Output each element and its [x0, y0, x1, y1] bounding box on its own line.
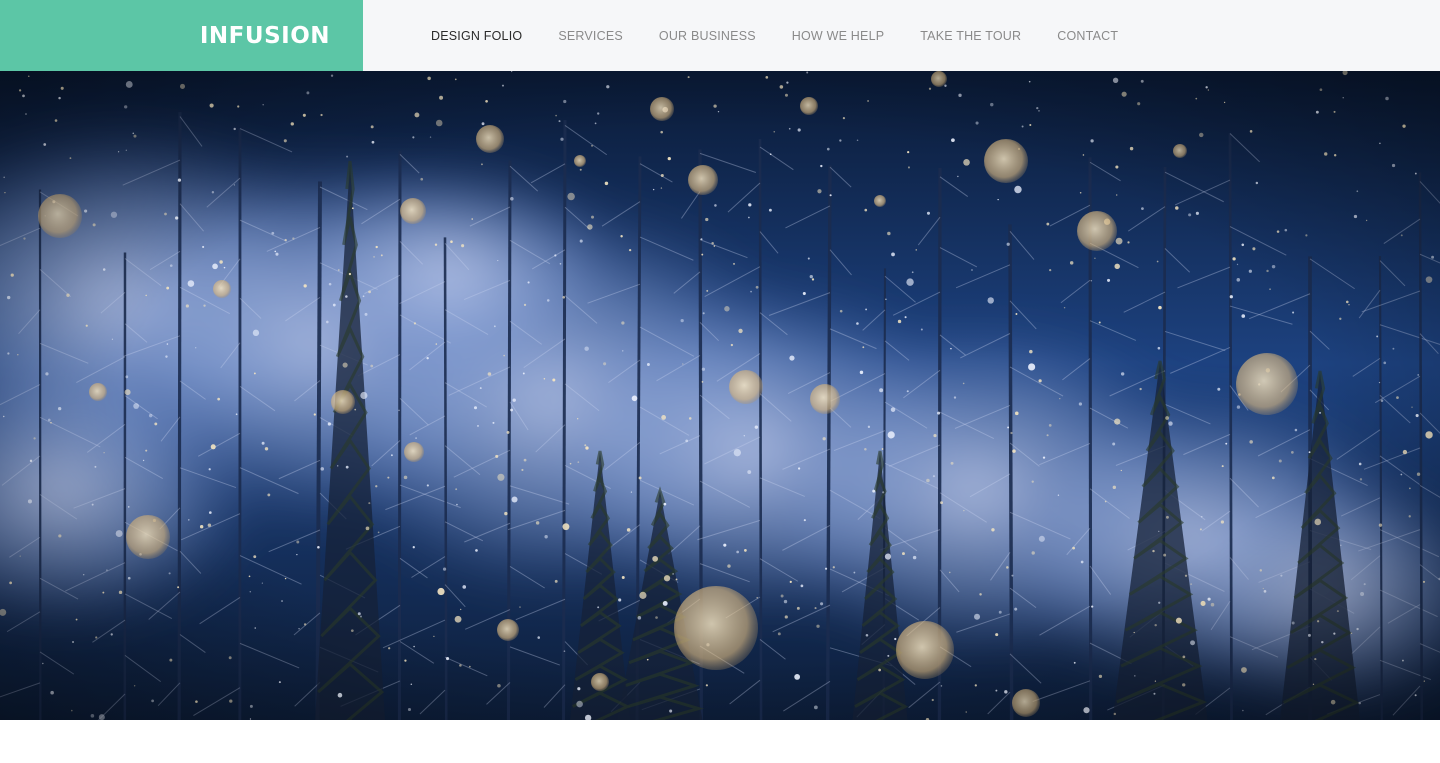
nav-item-contact[interactable]: CONTACT [1057, 25, 1118, 47]
nav-item-design-folio[interactable]: DESIGN FOLIO [431, 25, 522, 47]
site-header: INFUSION DESIGN FOLIO SERVICES OUR BUSIN… [0, 0, 1440, 71]
hero-image [0, 71, 1440, 720]
nav-item-services[interactable]: SERVICES [558, 25, 623, 47]
content-area [0, 720, 1440, 763]
nav-item-how-we-help[interactable]: HOW WE HELP [792, 25, 884, 47]
nav-item-our-business[interactable]: OUR BUSINESS [659, 25, 756, 47]
brand-logo: INFUSION [199, 22, 330, 49]
main-nav: DESIGN FOLIO SERVICES OUR BUSINESS HOW W… [431, 0, 1154, 71]
hero-banner [0, 71, 1440, 720]
nav-item-take-the-tour[interactable]: TAKE THE TOUR [920, 25, 1021, 47]
brand-logo-link[interactable]: INFUSION [0, 0, 363, 71]
